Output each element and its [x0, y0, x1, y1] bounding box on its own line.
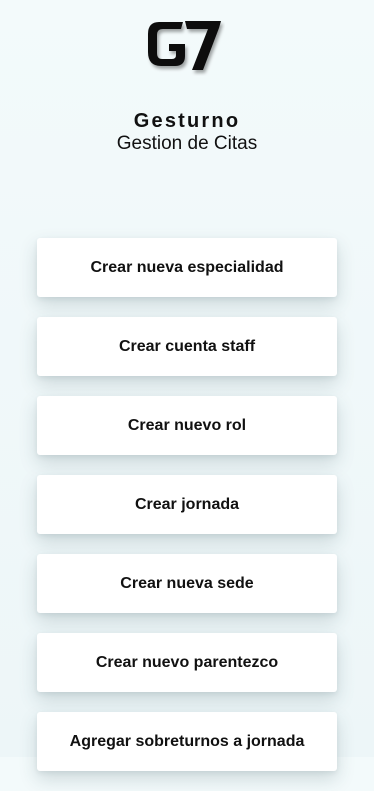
menu-button-label: Crear nuevo parentezco	[95, 653, 279, 671]
create-staff-account-button[interactable]: Crear cuenta staff	[37, 317, 337, 376]
admin-menu: Crear nueva especialidad Crear cuenta st…	[37, 238, 337, 791]
menu-button-label: Crear cuenta staff	[118, 337, 256, 355]
create-specialty-button[interactable]: Crear nueva especialidad	[37, 238, 337, 297]
create-location-button[interactable]: Crear nueva sede	[37, 554, 337, 613]
app-subtitle: Gestion de Citas	[116, 133, 258, 154]
create-relationship-button[interactable]: Crear nuevo parentezco	[37, 633, 337, 692]
menu-button-label: Crear jornada	[134, 495, 240, 513]
create-workday-button[interactable]: Crear jornada	[37, 475, 337, 534]
menu-button-label: Crear nueva especialidad	[90, 258, 284, 276]
app-title: Gesturno	[133, 110, 241, 132]
menu-button-label: Crear nueva sede	[120, 574, 254, 592]
app-logo	[145, 18, 225, 76]
menu-button-label: Crear nuevo rol	[127, 416, 247, 434]
add-overbooking-button[interactable]: Agregar sobreturnos a jornada	[37, 712, 337, 771]
brand-header: Gesturno Gestion de Citas	[0, 109, 374, 155]
menu-button-label: Agregar sobreturnos a jornada	[69, 732, 305, 750]
g7-logo-icon	[148, 21, 221, 70]
create-role-button[interactable]: Crear nuevo rol	[37, 396, 337, 455]
